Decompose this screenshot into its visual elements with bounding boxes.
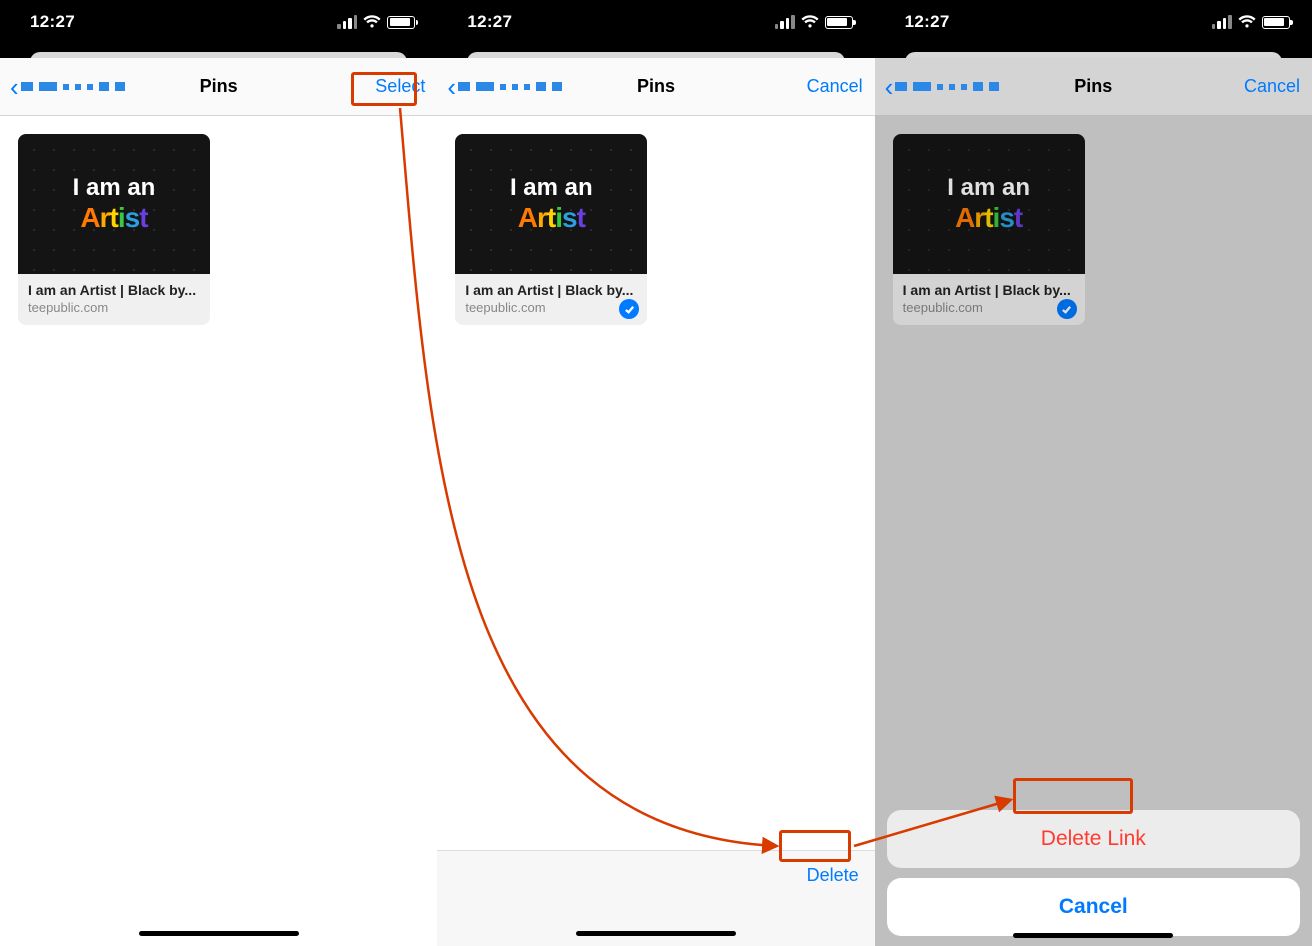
bottom-toolbar: Delete xyxy=(437,850,874,946)
artist-text: Artist xyxy=(947,202,1030,234)
pin-card[interactable]: I am an Artist I am an Artist | Black by… xyxy=(893,134,1085,325)
wifi-icon xyxy=(801,15,819,29)
status-time: 12:27 xyxy=(30,12,75,32)
status-icons xyxy=(337,15,415,29)
content: I am an Artist I am an Artist | Black by… xyxy=(0,116,437,946)
content: I am an Artist I am an Artist | Black by… xyxy=(875,116,1312,946)
tab-peek xyxy=(0,44,437,58)
pin-thumbnail: I am an Artist xyxy=(18,134,210,274)
page-title: Pins xyxy=(1074,76,1112,97)
screenshot-3: 12:27 ‹ Pins Cancel I am an Artist I am … xyxy=(875,0,1312,946)
pin-title: I am an Artist | Black by... xyxy=(465,282,637,298)
artist-text: Artist xyxy=(73,202,156,234)
page-title: Pins xyxy=(637,76,675,97)
back-icon[interactable]: ‹ xyxy=(10,74,19,100)
cancel-button[interactable]: Cancel xyxy=(1244,76,1300,97)
nav-bar: ‹ Pins Cancel xyxy=(875,58,1312,116)
pin-card[interactable]: I am an Artist I am an Artist | Black by… xyxy=(18,134,210,325)
content: I am an Artist I am an Artist | Black by… xyxy=(437,116,874,946)
status-time: 12:27 xyxy=(467,12,512,32)
screenshot-2: 12:27 ‹ Pins Cancel I am an Artist I am … xyxy=(437,0,874,946)
status-icons xyxy=(775,15,853,29)
wifi-icon xyxy=(363,15,381,29)
pin-meta: I am an Artist | Black by... teepublic.c… xyxy=(455,274,647,325)
artist-text: Artist xyxy=(510,202,593,234)
back-icon[interactable]: ‹ xyxy=(447,74,456,100)
page-title: Pins xyxy=(200,76,238,97)
contact-name-redacted[interactable] xyxy=(21,82,125,91)
pin-domain: teepublic.com xyxy=(465,300,637,315)
status-bar: 12:27 xyxy=(0,0,437,44)
select-button[interactable]: Select xyxy=(375,76,425,97)
nav-bar: ‹ Pins Select xyxy=(0,58,437,116)
nav-bar: ‹ Pins Cancel xyxy=(437,58,874,116)
pin-thumbnail: I am an Artist xyxy=(893,134,1085,274)
home-indicator[interactable] xyxy=(139,931,299,936)
cellular-icon xyxy=(1212,15,1232,29)
selected-check-icon xyxy=(1057,299,1077,319)
status-time: 12:27 xyxy=(905,12,950,32)
pin-meta: I am an Artist | Black by... teepublic.c… xyxy=(893,274,1085,325)
cancel-button[interactable]: Cancel xyxy=(807,76,863,97)
status-bar: 12:27 xyxy=(875,0,1312,44)
cellular-icon xyxy=(337,15,357,29)
pin-title: I am an Artist | Black by... xyxy=(28,282,200,298)
home-indicator[interactable] xyxy=(1013,933,1173,938)
pin-domain: teepublic.com xyxy=(903,300,1075,315)
action-sheet: Delete Link Cancel xyxy=(887,810,1300,936)
pin-card[interactable]: I am an Artist I am an Artist | Black by… xyxy=(455,134,647,325)
status-icons xyxy=(1212,15,1290,29)
pin-domain: teepublic.com xyxy=(28,300,200,315)
screenshot-1: 12:27 ‹ Pins Select I am an Artist I am … xyxy=(0,0,437,946)
sheet-cancel-button[interactable]: Cancel xyxy=(887,878,1300,936)
wifi-icon xyxy=(1238,15,1256,29)
contact-name-redacted[interactable] xyxy=(458,82,562,91)
back-icon[interactable]: ‹ xyxy=(885,74,894,100)
home-indicator[interactable] xyxy=(576,931,736,936)
pin-title: I am an Artist | Black by... xyxy=(903,282,1075,298)
contact-name-redacted[interactable] xyxy=(895,82,999,91)
delete-link-button[interactable]: Delete Link xyxy=(887,810,1300,868)
tab-peek xyxy=(875,44,1312,58)
battery-icon xyxy=(1262,16,1290,29)
cellular-icon xyxy=(775,15,795,29)
status-bar: 12:27 xyxy=(437,0,874,44)
tab-peek xyxy=(437,44,874,58)
delete-button[interactable]: Delete xyxy=(807,865,859,886)
battery-icon xyxy=(825,16,853,29)
battery-icon xyxy=(387,16,415,29)
selected-check-icon xyxy=(619,299,639,319)
pin-meta: I am an Artist | Black by... teepublic.c… xyxy=(18,274,210,325)
pin-thumbnail: I am an Artist xyxy=(455,134,647,274)
